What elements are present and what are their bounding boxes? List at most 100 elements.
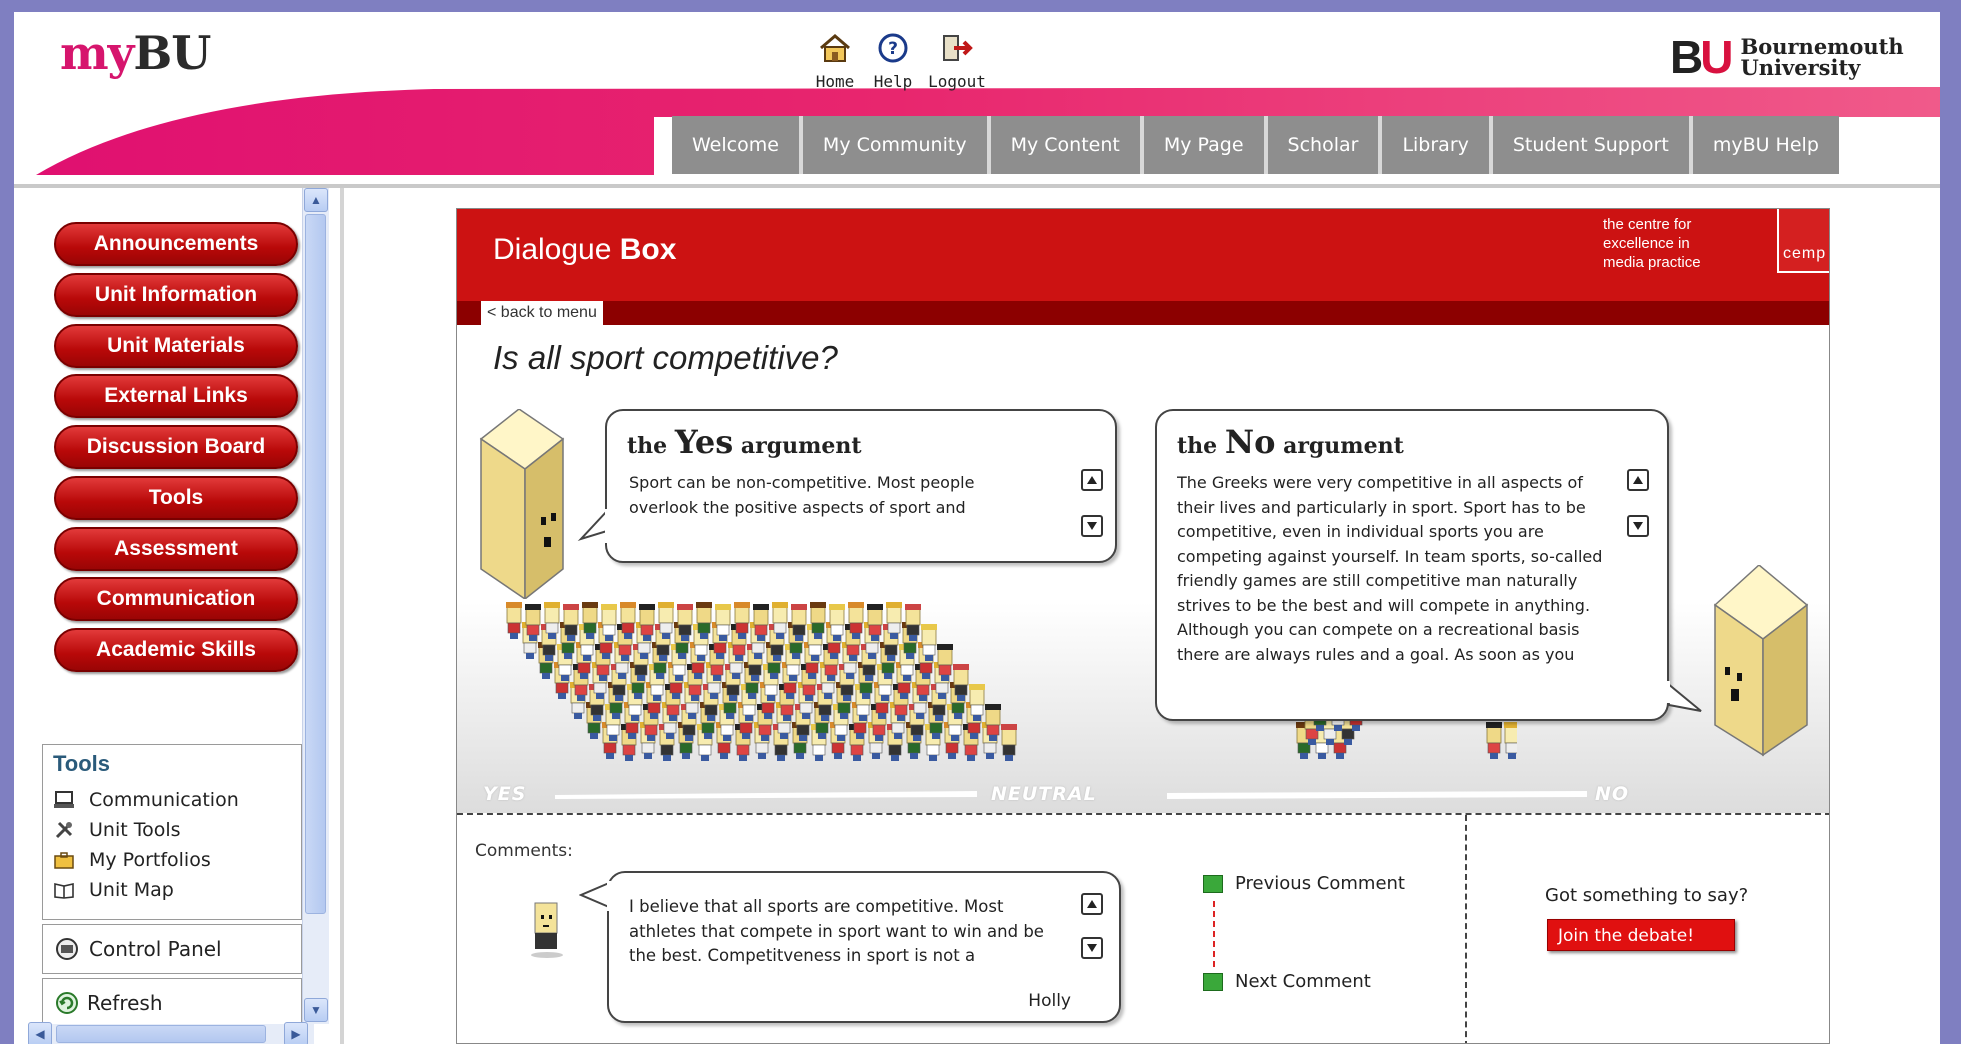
no-speaker-character [1713,565,1809,757]
refresh-icon [56,992,78,1014]
menu-communication[interactable]: Communication [54,577,298,621]
back-to-menu-link[interactable]: < back to menu [481,301,605,325]
comments-label: Comments: [475,841,573,861]
tab-welcome[interactable]: Welcome [672,116,799,174]
comment-bubble: I believe that all sports are competitiv… [607,871,1121,1023]
tool-unit-tools[interactable]: Unit Tools [43,815,301,845]
next-comment-button[interactable]: Next Comment [1203,971,1371,992]
menu-academic-skills[interactable]: Academic Skills [54,628,298,672]
tool-my-portfolios[interactable]: My Portfolios [43,845,301,875]
comment-text: I believe that all sports are competitiv… [629,897,1044,965]
join-debate-button[interactable]: Join the debate! [1547,919,1735,951]
cemp-tagline-line1: the centre for [1603,216,1692,233]
comment-nav-connector [1213,901,1215,967]
next-comment-label: Next Comment [1235,971,1371,992]
green-square-icon [1203,972,1223,991]
comment-scroll-up-button[interactable] [1081,893,1103,915]
tab-scholar[interactable]: Scholar [1263,116,1379,174]
yes-scroll-up-button[interactable] [1081,469,1103,491]
logo-u: U [1700,31,1733,83]
control-panel-link[interactable]: Control Panel [42,924,302,974]
yes-scroll-down-button[interactable] [1081,515,1103,537]
tool-unit-map-label: Unit Map [89,879,174,901]
main-nav-tabs: Welcome My Community My Content My Page … [672,116,1839,174]
got-something-to-say: Got something to say? [1545,885,1749,906]
scale-yes-label: YES [483,783,527,805]
refresh-link[interactable]: Refresh [42,978,302,1028]
tab-library[interactable]: Library [1378,116,1489,174]
yes-argument-text: Sport can be non-competitive. Most peopl… [629,473,975,517]
frame-divider [340,188,344,1044]
tab-my-content[interactable]: My Content [986,116,1140,174]
no-scroll-down-button[interactable] [1627,515,1649,537]
crowd-figure [506,602,522,639]
logout-link[interactable]: Logout [922,30,992,91]
tool-unit-tools-label: Unit Tools [89,819,181,841]
logout-label: Logout [928,72,986,91]
comment-author: Holly [1028,991,1071,1011]
tool-unit-map[interactable]: Unit Map [43,875,301,905]
scale-neutral-label: NEUTRAL [991,783,1097,805]
course-sidebar: Announcements Unit Information Unit Mate… [14,188,330,1044]
tools-icon [55,821,73,839]
no-title-post: argument [1275,433,1404,459]
logo-my-text: my [60,26,134,80]
control-panel-label: Control Panel [89,937,222,961]
horizontal-scroll-thumb[interactable] [56,1025,266,1043]
yes-title-big: Yes [674,423,734,461]
no-title-pre: the [1177,433,1225,459]
comment-scroll-down-button[interactable] [1081,937,1103,959]
sidebar-vertical-scrollbar[interactable]: ▲ ▼ [302,188,329,1024]
no-argument-text: The Greeks were very competitive in all … [1177,473,1603,664]
no-title-big: No [1224,423,1276,461]
help-label: Help [873,72,913,91]
tools-panel-title: Tools [53,751,111,776]
scroll-down-button[interactable]: ▼ [304,998,328,1022]
help-link[interactable]: ? Help [858,30,928,91]
app-title-light: Dialogue [493,233,620,266]
menu-unit-information[interactable]: Unit Information [54,273,298,317]
tool-communication-label: Communication [89,789,239,811]
app-subheader-band [457,301,1829,325]
menu-announcements[interactable]: Announcements [54,222,298,266]
tab-my-community[interactable]: My Community [798,116,987,174]
menu-unit-materials[interactable]: Unit Materials [54,324,298,368]
previous-comment-button[interactable]: Previous Comment [1203,873,1405,894]
menu-discussion-board[interactable]: Discussion Board [54,425,298,469]
browser-page: myBU Home ? Help Logout B U Bournemouth … [14,12,1940,1044]
logout-icon [943,35,973,61]
mybu-logo[interactable]: myBU [60,26,211,80]
university-name-line1: Bournemouth [1740,34,1904,59]
briefcase-icon [54,852,74,869]
menu-assessment[interactable]: Assessment [54,527,298,571]
scroll-right-button[interactable]: ▶ [284,1022,308,1044]
book-icon [54,883,74,899]
tool-communication[interactable]: Communication [43,785,301,815]
yes-title-post: argument [733,433,862,459]
vertical-scroll-thumb[interactable] [305,214,326,914]
tab-mybu-help[interactable]: myBU Help [1688,116,1839,174]
menu-external-links[interactable]: External Links [54,374,298,418]
top-icon-bar: Home ? Help Logout [800,30,1030,91]
green-square-icon [1203,874,1223,893]
cemp-tagline-line2: excellence in [1603,235,1690,252]
triangle-up-icon [1633,476,1643,484]
scale-no-label: NO [1595,783,1630,805]
crowd-figure [1001,724,1017,761]
scroll-up-button[interactable]: ▲ [304,188,328,212]
crowd-figure [1504,722,1517,759]
university-name-line2: University [1740,55,1861,80]
yes-bubble-tail [577,509,611,543]
chevron-right-icon: ▶ [291,1027,301,1041]
computer-icon [54,791,74,808]
triangle-down-icon [1633,522,1643,530]
menu-tools[interactable]: Tools [54,476,298,520]
triangle-up-icon [1087,476,1097,484]
no-scroll-up-button[interactable] [1627,469,1649,491]
scroll-left-button[interactable]: ◀ [28,1022,52,1044]
sidebar-horizontal-scrollbar[interactable]: ◀ ▶ [28,1022,314,1044]
no-argument-title: the No argument [1177,423,1404,461]
tab-student-support[interactable]: Student Support [1488,116,1689,174]
tab-my-page[interactable]: My Page [1139,116,1264,174]
site-header: myBU Home ? Help Logout B U Bournemouth … [14,12,1940,188]
